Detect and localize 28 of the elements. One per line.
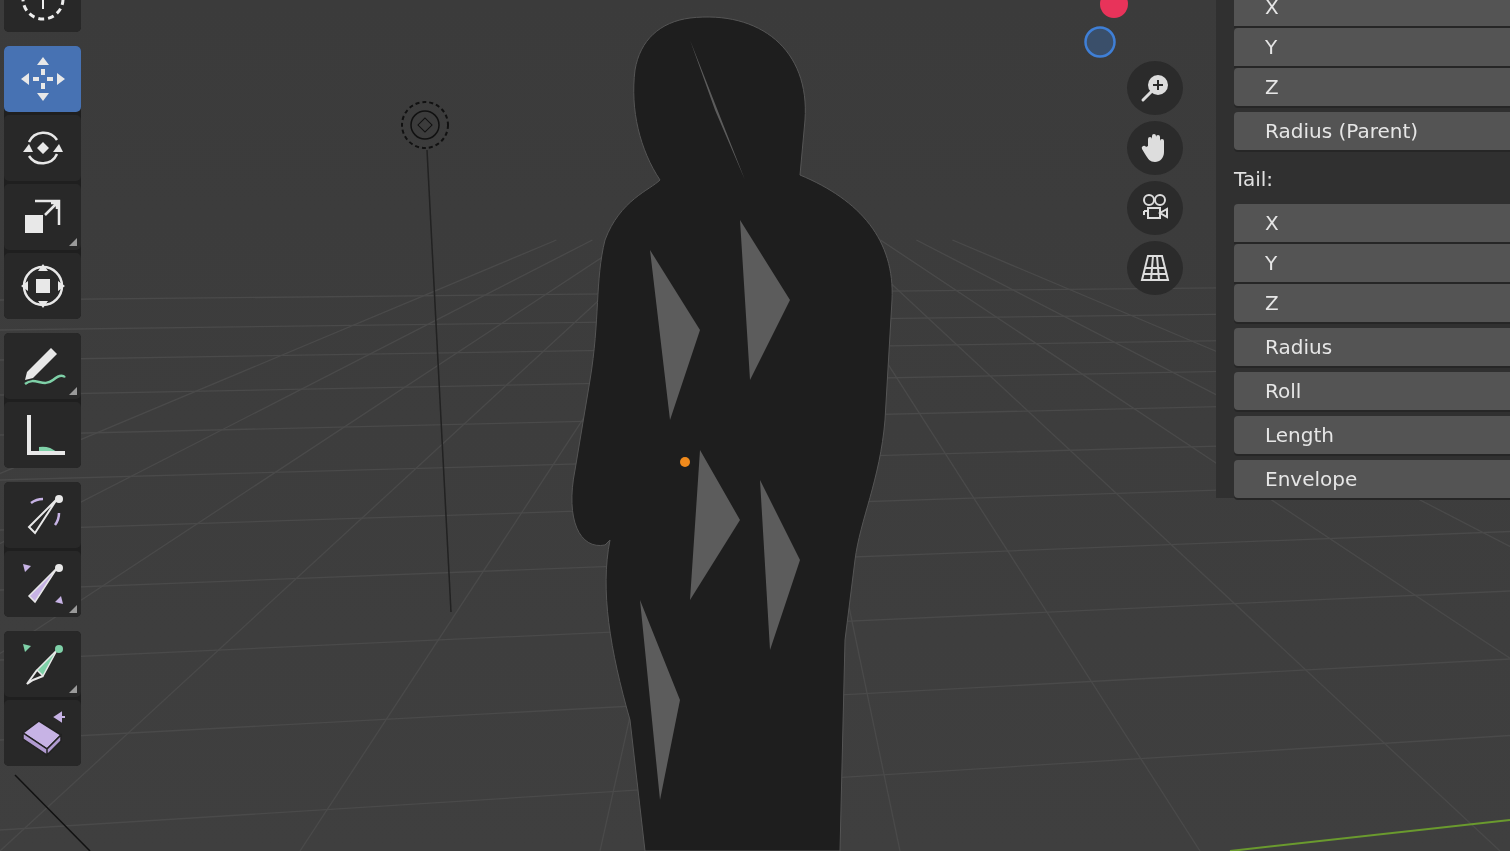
tool-button[interactable] [4,184,81,250]
tool-button[interactable] [4,700,81,766]
number-field[interactable]: Radius (Parent) [1234,112,1510,150]
axis-ring-icon[interactable] [1083,25,1117,59]
tool-button[interactable] [4,253,81,319]
tool-button[interactable] [4,551,81,617]
section-label: Tail: [1234,166,1274,193]
number-field[interactable]: X [1234,204,1510,242]
submenu-corner-icon [69,605,77,613]
number-field[interactable]: Radius [1234,328,1510,366]
number-field[interactable]: Roll [1234,372,1510,410]
number-field[interactable]: X [1234,0,1510,26]
tool-button[interactable] [4,402,81,468]
number-field[interactable]: Z [1234,68,1510,106]
submenu-corner-icon [69,238,77,246]
submenu-corner-icon [69,685,77,693]
number-field[interactable]: Y [1234,28,1510,66]
number-field[interactable]: Envelope [1234,460,1510,498]
number-field[interactable]: Y [1234,244,1510,282]
number-field[interactable]: Length [1234,416,1510,454]
tool-button[interactable] [4,333,81,399]
tool-button[interactable] [4,482,81,548]
submenu-corner-icon [69,387,77,395]
tool-button[interactable] [4,631,81,697]
grid-icon [1139,252,1171,284]
magnifier-icon [1139,72,1171,104]
tool-button[interactable] [4,115,81,181]
number-field[interactable]: Z [1234,284,1510,322]
